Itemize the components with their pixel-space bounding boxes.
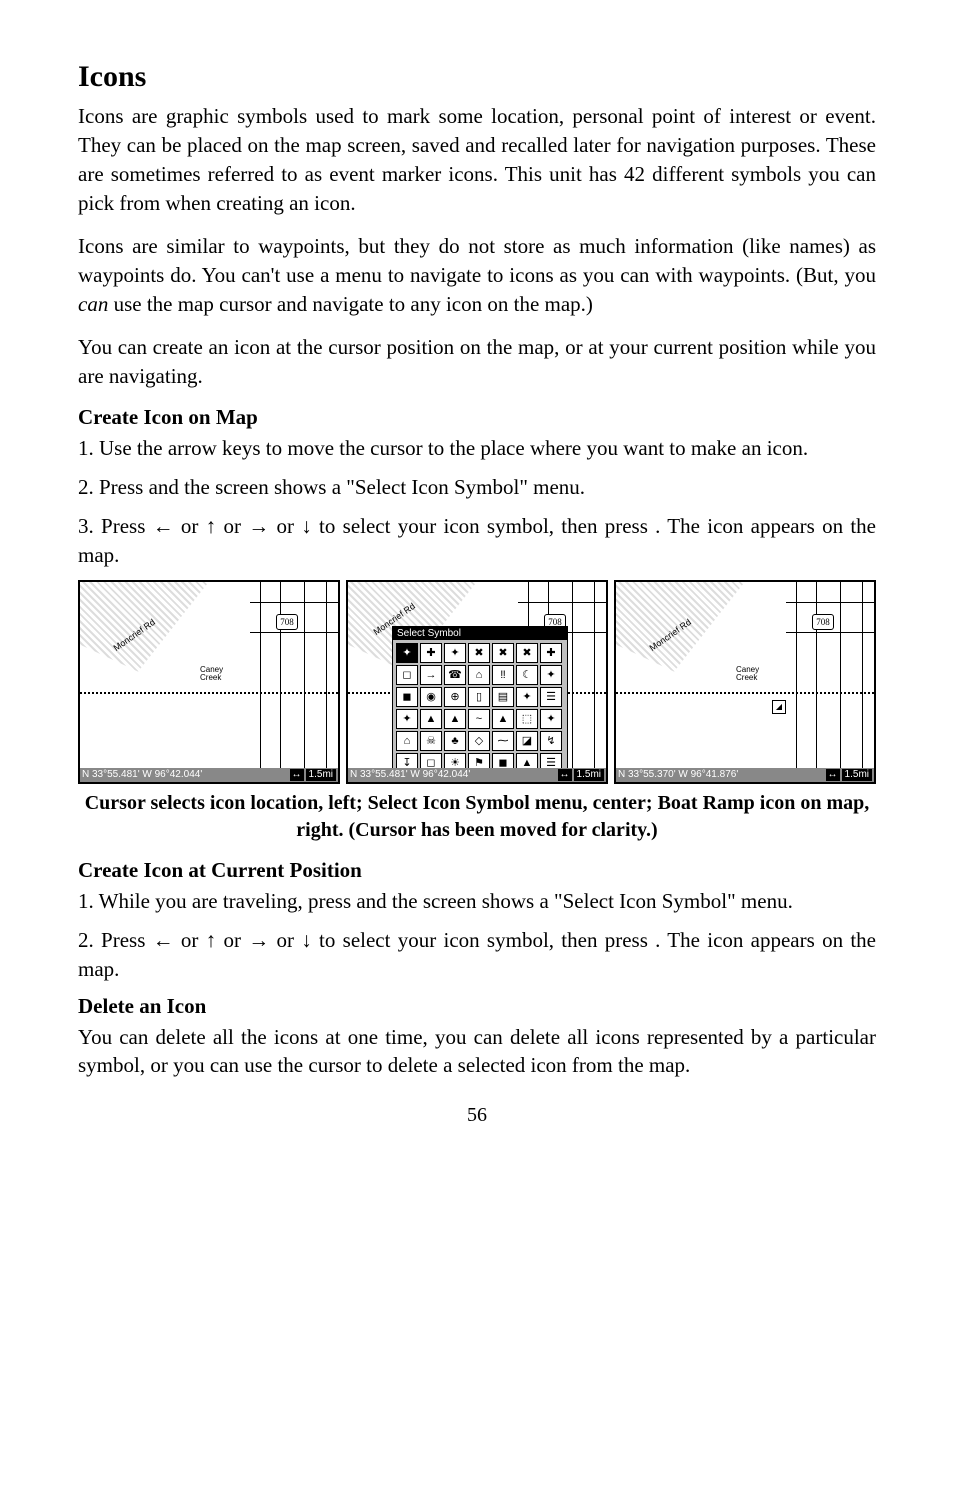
subheading-create-current: Create Icon at Current Position [78,858,876,883]
symbol-cell[interactable]: ⬚ [516,709,538,729]
map-screenshot-center: 708 Moncrief Rd Select Symbol ✦✚✦✖✖✖✚◻→☎… [346,580,608,784]
page-number: 56 [78,1104,876,1127]
creek-label: Caney Creek [736,666,764,682]
symbol-cell[interactable]: ✖ [516,643,538,663]
coords-text: N 33°55.481' W 96°42.044' [350,769,470,780]
symbol-cell[interactable]: ◻ [396,665,418,685]
paragraph-similar: Icons are similar to waypoints, but they… [78,232,876,319]
paragraph-intro: Icons are graphic symbols used to mark s… [78,102,876,218]
scale-arrow-icon: ↔ [290,769,304,781]
text-part-a: Icons are similar to waypoints, but they… [78,234,876,287]
symbol-cell[interactable]: ☰ [540,687,562,707]
symbol-cell[interactable]: ⌂ [396,731,418,751]
creek-label: Caney Creek [200,666,228,682]
symbol-cell[interactable]: ↯ [540,731,562,751]
symbol-grid[interactable]: ✦✚✦✖✖✖✚◻→☎⌂‼☾✦◼◉⊕▯▤✦☰✦▲▲~▲⬚✦⌂☠♣◇⁓◪↯↧◻☀⚑◼… [393,640,567,776]
text-part-b: use the map cursor and navigate to any i… [108,292,593,316]
symbol-cell[interactable]: ◼ [396,687,418,707]
paragraph-create-note: You can create an icon at the cursor pos… [78,333,876,391]
symbol-cell[interactable]: ⌂ [468,665,490,685]
symbol-cell[interactable]: ☾ [516,665,538,685]
status-bar: N 33°55.481' W 96°42.044' ↔ 1.5mi [348,768,606,782]
step-2-2: 2. Press ← or ↑ or → or ↓ to select your… [78,926,876,984]
symbol-cell[interactable]: ◪ [516,731,538,751]
symbol-cell[interactable]: ▲ [492,709,514,729]
symbol-cell[interactable]: ~ [468,709,490,729]
step-1-3: 3. Press ← or ↑ or → or ↓ to select your… [78,512,876,570]
symbol-cell[interactable]: ◇ [468,731,490,751]
symbol-cell[interactable]: ✚ [420,643,442,663]
text-em-can: can [78,292,108,316]
status-bar: N 33°55.370' W 96°41.876' ↔ 1.5mi [616,768,874,782]
select-symbol-popup: Select Symbol ✦✚✦✖✖✖✚◻→☎⌂‼☾✦◼◉⊕▯▤✦☰✦▲▲~▲… [392,626,568,777]
symbol-cell[interactable]: ✖ [492,643,514,663]
step-1-1: 1. Use the arrow keys to move the cursor… [78,434,876,463]
symbol-cell[interactable]: ⊕ [444,687,466,707]
coords-text: N 33°55.370' W 96°41.876' [618,769,738,780]
route-shield: 708 [276,614,298,630]
subheading-create-map: Create Icon on Map [78,405,876,430]
symbol-cell[interactable]: ⁓ [492,731,514,751]
symbol-cell[interactable]: ‼ [492,665,514,685]
scale-value: 1.5mi [306,769,336,781]
subheading-delete: Delete an Icon [78,994,876,1019]
symbol-cell[interactable]: → [420,665,442,685]
status-bar: N 33°55.481' W 96°42.044' ↔ 1.5mi [80,768,338,782]
coords-text: N 33°55.481' W 96°42.044' [82,769,202,780]
paragraph-delete: You can delete all the icons at one time… [78,1023,876,1081]
symbol-cell[interactable]: ▤ [492,687,514,707]
symbol-cell[interactable]: ✦ [396,643,418,663]
step-1-2: 2. Press and the screen shows a "Select … [78,473,876,502]
symbol-cell[interactable]: ✦ [540,709,562,729]
symbol-cell[interactable]: ☠ [420,731,442,751]
symbol-cell[interactable]: ◉ [420,687,442,707]
symbol-cell[interactable]: ✖ [468,643,490,663]
manual-page: Icons Icons are graphic symbols used to … [0,0,954,1167]
scale-value: 1.5mi [574,769,604,781]
symbol-cell[interactable]: ✦ [444,643,466,663]
map-screenshot-left: 708 Moncrief Rd Caney Creek N 33°55.481'… [78,580,340,784]
symbol-cell[interactable]: ▲ [444,709,466,729]
step-2-1: 1. While you are traveling, press and th… [78,887,876,916]
route-shield: 708 [812,614,834,630]
symbol-cell[interactable]: ▯ [468,687,490,707]
symbol-cell[interactable]: ▲ [420,709,442,729]
figure-row: 708 Moncrief Rd Caney Creek N 33°55.481'… [78,580,876,784]
symbol-cell[interactable]: ✦ [516,687,538,707]
symbol-cell[interactable]: ✚ [540,643,562,663]
symbol-cell[interactable]: ✦ [540,665,562,685]
popup-title: Select Symbol [393,627,567,640]
symbol-cell[interactable]: ♣ [444,731,466,751]
map-screenshot-right: 708 Moncrief Rd Caney Creek ◢ N 33°55.37… [614,580,876,784]
scale-arrow-icon: ↔ [558,769,572,781]
symbol-cell[interactable]: ✦ [396,709,418,729]
figure-caption: Cursor selects icon location, left; Sele… [78,790,876,844]
symbol-cell[interactable]: ☎ [444,665,466,685]
boat-ramp-icon: ◢ [772,700,786,714]
heading-icons: Icons [78,60,876,94]
scale-value: 1.5mi [842,769,872,781]
scale-arrow-icon: ↔ [826,769,840,781]
